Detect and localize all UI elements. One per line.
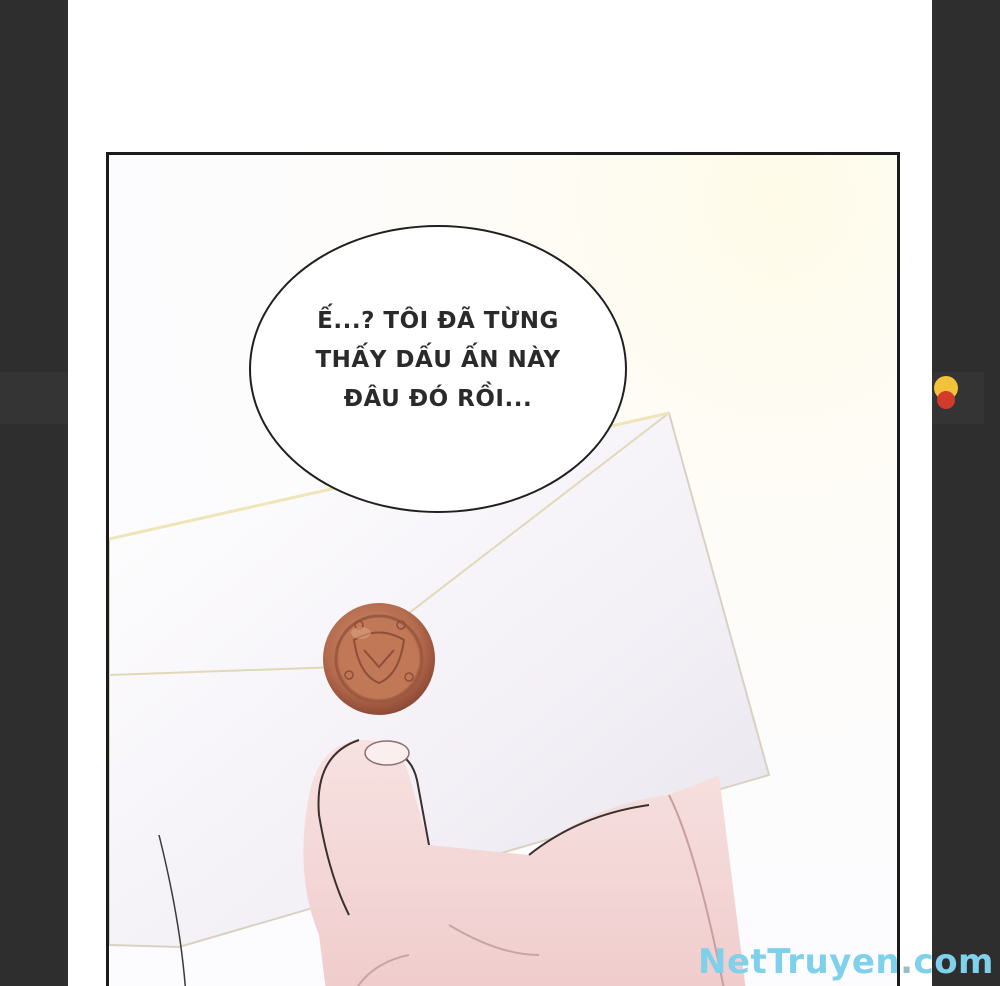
watermark-dot: .	[900, 942, 914, 982]
watermark-name: NetTruyen	[698, 942, 901, 982]
speech-line-3: ĐÂU ĐÓ RỒI...	[343, 385, 533, 412]
watermark-tld: com	[913, 942, 994, 982]
speech-bubble: Ế...? TÔI ĐÃ TỪNG THẤY DẤU ẤN NÀY ĐÂU ĐÓ…	[249, 225, 627, 513]
site-watermark: NetTruyen.com	[698, 942, 994, 982]
speech-line-2: THẤY DẤU ẤN NÀY	[315, 346, 561, 373]
comic-panel: Ế...? TÔI ĐÃ TỪNG THẤY DẤU ẤN NÀY ĐÂU ĐÓ…	[106, 152, 900, 986]
speech-line-1: Ế...? TÔI ĐÃ TỪNG	[317, 307, 559, 334]
left-background-band	[0, 372, 68, 424]
comic-page: Ế...? TÔI ĐÃ TỪNG THẤY DẤU ẤN NÀY ĐÂU ĐÓ…	[68, 0, 932, 986]
